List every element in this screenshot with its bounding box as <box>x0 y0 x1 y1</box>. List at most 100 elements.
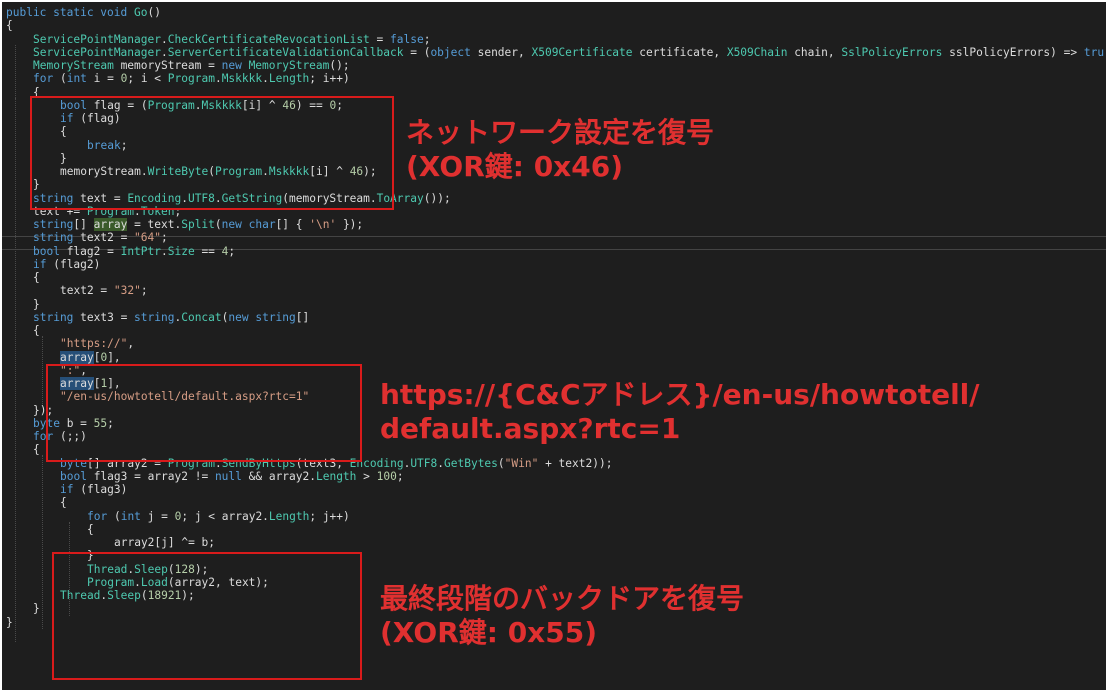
code-token: sslPolicyErrors) => <box>942 45 1084 59</box>
code-token: = ( <box>403 45 431 59</box>
code-token: ServicePointManager <box>33 45 161 59</box>
code-token: ( <box>107 509 121 523</box>
code-token: text3 = <box>73 310 135 324</box>
code-line[interactable]: text2 = "32"; <box>60 284 148 298</box>
code-line[interactable]: for (int j = 0; j < array2.Length; j++) <box>87 510 350 524</box>
code-token: ServicePointManager <box>33 32 161 46</box>
code-token: (flag3) <box>73 483 128 496</box>
code-token: (flag2) <box>46 257 101 271</box>
code-token: chain, <box>787 45 842 59</box>
code-token: false <box>390 32 424 46</box>
code-line[interactable]: bool flag2 = IntPtr.Size == 4; <box>33 245 235 259</box>
code-token: MemoryStream <box>33 59 114 72</box>
code-token: int <box>66 72 87 86</box>
annotation-box-network-decode <box>30 96 394 210</box>
code-editor[interactable]: public static void Go(){ServicePointMana… <box>2 2 1106 690</box>
code-line[interactable]: string text2 = "64"; <box>33 231 168 245</box>
code-line[interactable]: array[0], <box>60 350 121 365</box>
code-token: { <box>87 522 94 536</box>
indent-guide <box>42 336 43 404</box>
code-line[interactable]: { <box>87 523 94 537</box>
code-line[interactable]: { <box>33 443 40 457</box>
code-line[interactable]: { <box>33 271 40 285</box>
code-token: ( <box>214 218 222 231</box>
code-token: ; <box>161 231 168 245</box>
code-token: public static void <box>6 6 134 19</box>
code-line[interactable]: bool flag3 = array2 != null && array2.Le… <box>60 470 404 484</box>
code-token: string <box>33 231 74 245</box>
annotation-url-format: https://{C&Cアドレス}/en-us/howtotell/ defau… <box>380 378 980 446</box>
code-token: UTF8 <box>410 456 438 470</box>
code-token: SslPolicyErrors <box>841 45 943 59</box>
code-token: . <box>161 244 168 258</box>
code-token: new <box>221 218 249 231</box>
code-token: int <box>120 509 141 523</box>
code-line[interactable]: } <box>33 298 40 312</box>
code-token: } <box>6 615 13 629</box>
code-token: { <box>6 19 13 33</box>
code-token: ; <box>140 284 148 298</box>
code-token: Length <box>315 469 357 483</box>
code-token: [] <box>295 310 310 324</box>
code-token: ; i < <box>127 72 168 86</box>
annotation-url-format-line2: default.aspx?rtc=1 <box>380 412 681 445</box>
code-line[interactable]: { <box>33 324 40 338</box>
code-line[interactable]: string text3 = string.Concat(new string[… <box>33 311 309 325</box>
code-token: 100 <box>376 469 397 483</box>
code-token: . <box>214 72 222 86</box>
code-token: . <box>437 456 445 470</box>
annotation-backdoor-decode: 最終段階のバックドアを復号 (XOR鍵: 0x55) <box>380 582 744 650</box>
code-token: for <box>87 509 108 523</box>
code-token: ; <box>228 244 236 258</box>
code-token: + text2)); <box>538 456 613 470</box>
code-token: bool <box>60 469 87 483</box>
annotation-network-decode-line2: (XOR鍵: 0x46) <box>406 150 624 183</box>
code-token: X509Certificate <box>531 45 633 59</box>
code-line[interactable]: "https://", <box>60 337 134 351</box>
code-token: [] <box>73 218 94 231</box>
code-token: && array2. <box>241 469 316 483</box>
code-line[interactable]: } <box>6 616 13 630</box>
code-token: '\n' <box>309 218 337 231</box>
code-token: text2 = <box>60 284 114 298</box>
code-token: string <box>33 218 74 231</box>
code-token: if <box>33 257 47 271</box>
code-token: char <box>248 218 276 231</box>
code-token: MemoryStream <box>248 59 330 72</box>
code-line[interactable]: ServicePointManager.ServerCertificateVal… <box>33 46 1104 60</box>
code-token: tru <box>1083 45 1105 59</box>
code-line[interactable]: string[] array = text.Split(new char[] {… <box>33 218 363 232</box>
code-token: ()); <box>423 191 451 205</box>
indent-guide <box>15 97 16 179</box>
code-line[interactable]: if (flag3) <box>60 483 127 497</box>
code-line[interactable]: public static void Go() <box>6 6 161 20</box>
code-token: } <box>33 297 40 311</box>
code-token: . <box>160 45 168 59</box>
code-line[interactable]: for (int i = 0; i < Program.Mskkkk.Lengt… <box>33 72 350 86</box>
code-token: Size <box>167 244 195 258</box>
code-token: Length <box>268 509 310 523</box>
code-line[interactable]: array2[j] ^= b; <box>114 536 215 550</box>
code-token: memoryStream = <box>113 59 222 72</box>
code-line[interactable]: { <box>60 496 67 510</box>
annotation-box-backdoor-decode <box>52 552 362 680</box>
code-token: ; i++) <box>309 72 350 86</box>
code-line[interactable]: if (flag2) <box>33 258 100 272</box>
code-token: = text. <box>127 218 182 231</box>
annotation-box-url <box>46 364 362 462</box>
code-line[interactable]: MemoryStream memoryStream = new MemorySt… <box>33 59 350 73</box>
indent-guide <box>42 455 43 629</box>
code-token: array <box>60 350 94 364</box>
annotation-network-decode-line1: ネットワーク設定を復号 <box>406 116 715 149</box>
code-token: "https://" <box>60 337 128 351</box>
code-token: flag3 = array2 != <box>86 469 215 483</box>
code-line[interactable]: { <box>6 19 13 33</box>
code-token: CheckCertificateRevocationList <box>167 32 370 46</box>
code-line[interactable]: ServicePointManager.CheckCertificateRevo… <box>33 33 430 47</box>
annotation-url-format-line1: https://{C&Cアドレス}/en-us/howtotell/ <box>380 378 980 411</box>
code-token: array <box>93 218 128 231</box>
code-token: array2[j] ^= b; <box>114 536 216 549</box>
code-line[interactable]: } <box>33 602 40 616</box>
code-token: Program <box>167 72 215 86</box>
code-token: ( <box>53 72 67 86</box>
